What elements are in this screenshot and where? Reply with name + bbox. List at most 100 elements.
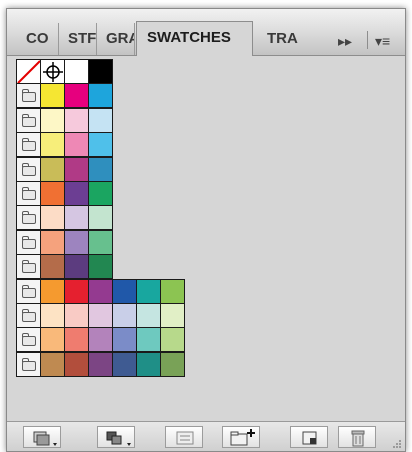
color-swatch[interactable] [112,303,137,328]
swatch-libraries-icon [33,431,57,446]
panel-menu-icon[interactable]: ▾≡ [375,33,390,50]
color-group-row [16,181,113,206]
color-swatch[interactable] [112,351,137,377]
new-swatch-button[interactable] [290,426,328,448]
color-swatch[interactable] [88,132,113,158]
color-swatch[interactable] [40,205,65,231]
folder-icon[interactable] [16,205,41,231]
color-swatch[interactable] [40,303,65,328]
color-swatch[interactable] [88,205,113,231]
color-swatch[interactable] [64,229,89,255]
swatches-panel: CO STF GRA SWATCHES TRA ▸▸ ▾≡ [6,8,406,452]
color-group-row [16,83,113,109]
folder-icon[interactable] [16,83,41,109]
swatch-options-button[interactable] [165,426,203,448]
color-swatch[interactable] [88,83,113,109]
color-group-row [16,254,113,280]
color-swatch[interactable] [160,327,185,353]
color-group-row [16,132,113,158]
color-swatch[interactable] [40,327,65,353]
color-swatch[interactable] [112,327,137,353]
tab-divider [367,31,368,49]
color-swatch[interactable] [40,132,65,158]
color-swatch[interactable] [112,278,137,304]
color-group-row [16,303,185,328]
color-swatch[interactable] [160,351,185,377]
color-swatch[interactable] [64,278,89,304]
color-group-row [16,229,113,255]
delete-swatch-button[interactable] [338,426,376,448]
tab-bar: CO STF GRA SWATCHES TRA ▸▸ ▾≡ [7,9,405,56]
folder-icon[interactable] [16,327,41,353]
color-swatch[interactable] [88,327,113,353]
color-swatch[interactable] [88,278,113,304]
color-swatch[interactable] [64,303,89,328]
folder-icon[interactable] [16,107,41,133]
color-swatch[interactable] [88,229,113,255]
swatch-kinds-icon [106,431,131,446]
color-swatch[interactable] [88,59,113,84]
color-swatch[interactable] [64,107,89,133]
color-swatch[interactable] [64,59,89,84]
color-swatch[interactable] [64,156,89,182]
color-swatch[interactable] [40,156,65,182]
folder-icon[interactable] [16,303,41,328]
new-color-group-button[interactable] [222,426,260,448]
color-swatch[interactable] [64,132,89,158]
bottom-toolbar [7,421,405,451]
color-swatch[interactable] [136,303,161,328]
color-swatch[interactable] [64,181,89,206]
folder-icon[interactable] [16,181,41,206]
trash-icon [351,430,365,447]
folder-icon[interactable] [16,254,41,280]
tab-label: CO [26,30,49,47]
color-swatch[interactable] [64,327,89,353]
new-swatch-icon [302,431,317,445]
tab-transparency[interactable]: TRA [258,23,302,55]
color-swatch[interactable] [160,303,185,328]
color-swatch[interactable] [160,278,185,304]
color-swatch[interactable] [136,327,161,353]
show-swatch-kinds-menu-button[interactable] [97,426,135,448]
color-swatch[interactable] [64,254,89,280]
color-swatch[interactable] [40,351,65,377]
color-swatch[interactable] [40,83,65,109]
tab-gradient[interactable]: GRA [97,23,135,55]
color-swatch[interactable] [88,181,113,206]
color-swatch[interactable] [64,351,89,377]
color-swatch[interactable] [40,229,65,255]
color-swatch[interactable] [40,278,65,304]
folder-icon[interactable] [16,229,41,255]
color-swatch[interactable] [64,205,89,231]
tab-color[interactable]: CO [17,23,59,55]
color-swatch[interactable] [88,254,113,280]
color-swatch[interactable] [40,107,65,133]
resize-grip-icon[interactable] [391,438,402,449]
swatch-grid [16,59,405,419]
tab-stroke[interactable]: STF [59,23,97,55]
folder-icon[interactable] [16,278,41,304]
folder-icon[interactable] [16,156,41,182]
swatch-options-icon [176,431,194,445]
folder-icon[interactable] [16,351,41,377]
color-group-row [16,278,185,304]
none-swatch[interactable] [16,59,41,84]
color-swatch[interactable] [40,181,65,206]
color-swatch[interactable] [40,254,65,280]
color-swatch[interactable] [88,351,113,377]
collapse-panels-icon[interactable]: ▸▸ [338,33,352,50]
color-swatch[interactable] [136,351,161,377]
color-swatch[interactable] [88,303,113,328]
color-swatch[interactable] [88,156,113,182]
color-group-row [16,351,185,377]
color-swatch[interactable] [88,107,113,133]
color-group-row [16,107,113,133]
color-swatch[interactable] [136,278,161,304]
color-group-row [16,327,185,353]
tab-swatches[interactable]: SWATCHES [136,21,253,56]
folder-icon[interactable] [16,132,41,158]
registration-swatch[interactable] [40,59,65,84]
swatch-libraries-menu-button[interactable] [23,426,61,448]
registration-icon [43,62,63,82]
color-swatch[interactable] [64,83,89,109]
